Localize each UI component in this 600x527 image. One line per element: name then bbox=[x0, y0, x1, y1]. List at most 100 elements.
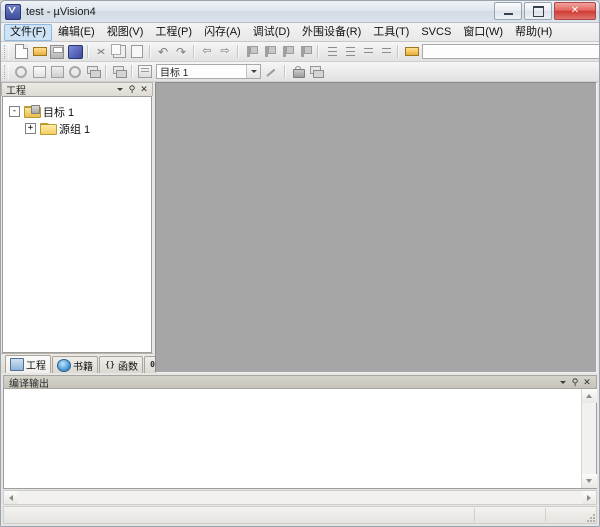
tree-node-target[interactable]: - 目标 1 bbox=[3, 103, 151, 120]
toolbar-separator bbox=[149, 45, 151, 58]
comment-icon[interactable] bbox=[358, 43, 376, 60]
menu-help[interactable]: 帮助(H) bbox=[509, 24, 558, 41]
bookmark-prev-icon[interactable] bbox=[260, 43, 278, 60]
close-panel-icon[interactable]: ✕ bbox=[138, 84, 150, 96]
toolbar-separator bbox=[131, 65, 133, 78]
open-file-icon[interactable] bbox=[30, 43, 48, 60]
title-bar: test - µVision4 ✕ bbox=[1, 1, 599, 23]
bookmark-toggle-icon[interactable] bbox=[242, 43, 260, 60]
project-tree[interactable]: - 目标 1 + 源组 1 bbox=[2, 96, 152, 353]
menu-edit[interactable]: 编辑(E) bbox=[52, 24, 101, 41]
menu-tools[interactable]: 工具(T) bbox=[367, 24, 415, 41]
paste-icon[interactable] bbox=[128, 43, 146, 60]
tree-node-target-label: 目标 1 bbox=[43, 106, 75, 119]
target-selector-combo[interactable]: 目标 1 bbox=[156, 64, 261, 79]
scroll-right-icon[interactable] bbox=[582, 491, 596, 504]
menu-project[interactable]: 工程(P) bbox=[149, 24, 198, 41]
bookmark-next-icon[interactable] bbox=[278, 43, 296, 60]
resize-grip[interactable] bbox=[584, 511, 595, 522]
rebuild-all-icon[interactable] bbox=[48, 63, 66, 80]
build-toolbar: 目标 1 bbox=[1, 62, 599, 82]
toolbar-separator bbox=[317, 45, 319, 58]
search-combo[interactable] bbox=[422, 44, 599, 59]
build-output-vscrollbar[interactable] bbox=[581, 389, 597, 488]
window-controls: ✕ bbox=[494, 2, 596, 20]
menu-peripherals[interactable]: 外围设备(R) bbox=[296, 24, 367, 41]
status-divider bbox=[545, 508, 546, 522]
project-icon bbox=[10, 358, 24, 371]
target-selector-icon bbox=[136, 63, 154, 80]
tab-project[interactable]: 工程 bbox=[5, 355, 51, 373]
indent-icon[interactable] bbox=[322, 43, 340, 60]
copy-icon[interactable] bbox=[110, 43, 128, 60]
uncomment-icon[interactable] bbox=[376, 43, 394, 60]
scroll-up-icon[interactable] bbox=[581, 389, 597, 403]
tab-books[interactable]: 书籍 bbox=[52, 356, 98, 373]
options-for-target-icon[interactable] bbox=[263, 63, 281, 80]
status-bar bbox=[3, 506, 597, 524]
build-output-body bbox=[3, 389, 597, 489]
panel-menu-icon[interactable] bbox=[557, 376, 569, 388]
outdent-icon[interactable] bbox=[340, 43, 358, 60]
tab-books-label: 书籍 bbox=[73, 361, 93, 373]
menu-bar: 文件(F) 编辑(E) 视图(V) 工程(P) 闪存(A) 调试(D) 外围设备… bbox=[1, 23, 599, 42]
build-output-caption: 编译输出 ⚲ ✕ bbox=[3, 375, 597, 390]
tab-functions[interactable]: {} 函数 bbox=[99, 356, 143, 373]
project-panel-title: 工程 bbox=[6, 86, 26, 97]
tree-node-source-group[interactable]: + 源组 1 bbox=[3, 120, 151, 137]
save-icon[interactable] bbox=[48, 43, 66, 60]
source-group-folder-icon bbox=[40, 122, 57, 135]
tree-node-source-group-label: 源组 1 bbox=[59, 123, 91, 136]
build-target-icon[interactable] bbox=[30, 63, 48, 80]
batch-build-icon[interactable] bbox=[66, 63, 84, 80]
save-all-icon[interactable] bbox=[66, 43, 84, 60]
toolbar-separator bbox=[105, 65, 107, 78]
build-output-title: 编译输出 bbox=[9, 378, 49, 390]
cut-icon[interactable] bbox=[92, 43, 110, 60]
minimize-button[interactable] bbox=[494, 2, 522, 20]
redo-icon[interactable]: ↷ bbox=[172, 43, 190, 60]
auto-hide-pin-icon[interactable]: ⚲ bbox=[126, 84, 138, 96]
toolbar-grip[interactable] bbox=[4, 64, 9, 79]
scroll-down-icon[interactable] bbox=[581, 474, 597, 488]
mdi-client-background[interactable] bbox=[155, 82, 597, 373]
auto-hide-pin-icon[interactable]: ⚲ bbox=[569, 376, 581, 388]
menu-window[interactable]: 窗口(W) bbox=[457, 24, 509, 41]
close-button[interactable]: ✕ bbox=[554, 2, 596, 20]
tree-expander-icon[interactable]: + bbox=[25, 123, 36, 134]
scroll-left-icon[interactable] bbox=[4, 491, 18, 504]
target-selector-value: 目标 1 bbox=[160, 68, 189, 79]
build-output-text[interactable] bbox=[4, 389, 581, 488]
toolbar-grip[interactable] bbox=[4, 44, 9, 59]
window-title: test - µVision4 bbox=[26, 5, 96, 18]
project-panel-caption: 工程 ⚲ ✕ bbox=[1, 82, 153, 97]
bookmark-clear-icon[interactable] bbox=[296, 43, 314, 60]
menu-view[interactable]: 视图(V) bbox=[101, 24, 150, 41]
manage-project-items-icon[interactable] bbox=[307, 63, 325, 80]
undo-icon[interactable]: ↶ bbox=[154, 43, 172, 60]
load-to-flash-icon[interactable] bbox=[110, 63, 128, 80]
maximize-button[interactable] bbox=[524, 2, 552, 20]
horizontal-scrollbar[interactable] bbox=[3, 490, 597, 505]
manage-components-icon[interactable] bbox=[289, 63, 307, 80]
build-output-panel: 编译输出 ⚲ ✕ bbox=[3, 375, 597, 489]
upper-region: 工程 ⚲ ✕ - 目标 1 + 源组 1 工程 书籍 {} 函数 bbox=[1, 82, 599, 373]
functions-icon: {} bbox=[105, 360, 115, 369]
navigate-back-icon[interactable]: ⇦ bbox=[198, 43, 216, 60]
menu-debug[interactable]: 调试(D) bbox=[247, 24, 296, 41]
menu-svcs[interactable]: SVCS bbox=[415, 24, 457, 41]
navigate-forward-icon[interactable]: ⇨ bbox=[216, 43, 234, 60]
panel-menu-icon[interactable] bbox=[114, 84, 126, 96]
tree-expander-icon[interactable]: - bbox=[9, 106, 20, 117]
uvision-logo-icon bbox=[5, 3, 21, 20]
find-in-files-icon[interactable] bbox=[402, 43, 420, 60]
chevron-down-icon[interactable] bbox=[246, 65, 260, 78]
close-panel-icon[interactable]: ✕ bbox=[581, 376, 593, 388]
toolbar-separator bbox=[87, 45, 89, 58]
menu-file[interactable]: 文件(F) bbox=[4, 23, 53, 41]
new-file-icon[interactable] bbox=[12, 43, 30, 60]
stop-build-icon[interactable] bbox=[84, 63, 102, 80]
translate-file-icon[interactable] bbox=[12, 63, 30, 80]
books-icon bbox=[57, 358, 71, 372]
menu-flash[interactable]: 闪存(A) bbox=[198, 24, 247, 41]
